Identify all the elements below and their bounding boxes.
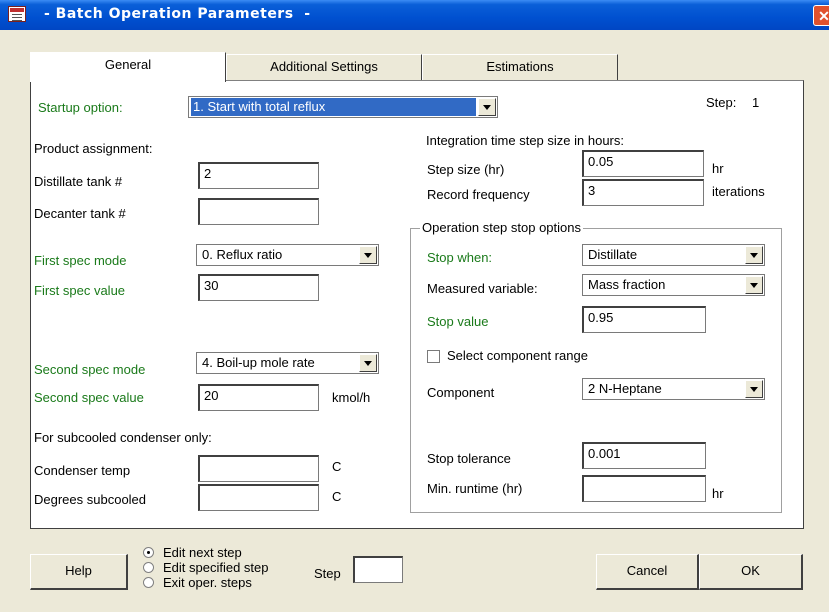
step-size-input[interactable]: 0.05	[582, 150, 704, 177]
tab-general[interactable]: General	[30, 52, 226, 82]
step-size-unit: hr	[712, 161, 724, 176]
min-runtime-input[interactable]	[582, 475, 706, 502]
second-spec-unit: kmol/h	[332, 390, 371, 405]
first-spec-mode-label: First spec mode	[34, 253, 127, 268]
chevron-down-icon[interactable]	[745, 276, 763, 294]
degrees-subcooled-label: Degrees subcooled	[34, 492, 147, 507]
tab-estimations[interactable]: Estimations	[422, 54, 618, 80]
chevron-down-icon[interactable]	[359, 354, 377, 372]
stop-options-title: Operation step stop options	[420, 220, 583, 235]
chevron-down-icon[interactable]	[745, 380, 763, 398]
stop-value-label: Stop value	[427, 314, 489, 329]
min-runtime-label: Min. runtime (hr)	[427, 481, 523, 496]
product-assignment-heading: Product assignment:	[34, 141, 153, 156]
chevron-down-icon[interactable]	[478, 98, 496, 116]
radio-edit-next-step-label: Edit next step	[163, 545, 242, 560]
radio-edit-specified-step[interactable]	[143, 562, 154, 573]
chevron-down-icon[interactable]	[359, 246, 377, 264]
measured-variable-dropdown[interactable]: Mass fraction	[582, 274, 765, 296]
radio-exit-oper-steps[interactable]	[143, 577, 154, 588]
distillate-tank-input[interactable]: 2	[198, 162, 319, 189]
first-spec-mode-dropdown[interactable]: 0. Reflux ratio	[196, 244, 379, 266]
second-spec-mode-dropdown[interactable]: 4. Boil-up mole rate	[196, 352, 379, 374]
condenser-temp-input[interactable]	[198, 455, 319, 482]
record-frequency-label: Record frequency	[427, 187, 530, 202]
stop-tolerance-input[interactable]: 0.001	[582, 442, 706, 469]
close-icon[interactable]: ✕	[813, 5, 829, 26]
measured-variable-label: Measured variable:	[427, 281, 538, 296]
stop-value-input[interactable]: 0.95	[582, 306, 706, 333]
chevron-down-icon[interactable]	[745, 246, 763, 264]
startup-option-label: Startup option:	[38, 100, 123, 115]
tab-additional-settings[interactable]: Additional Settings	[226, 54, 422, 80]
measured-variable-value: Mass fraction	[588, 277, 666, 292]
component-dropdown[interactable]: 2 N-Heptane	[582, 378, 765, 400]
distillate-tank-label: Distillate tank #	[34, 174, 123, 189]
record-frequency-input[interactable]: 3	[582, 179, 704, 206]
component-label: Component	[427, 385, 495, 400]
integration-heading: Integration time step size in hours:	[426, 133, 624, 148]
second-spec-mode-label: Second spec mode	[34, 362, 146, 377]
stop-when-value: Distillate	[588, 247, 638, 262]
component-range-label: Select component range	[447, 348, 588, 363]
second-spec-value-label: Second spec value	[34, 390, 144, 405]
step-size-label: Step size (hr)	[427, 162, 505, 177]
condenser-temp-unit: C	[332, 459, 342, 474]
second-spec-value-input[interactable]: 20	[198, 384, 319, 411]
app-icon	[8, 6, 26, 22]
stop-tolerance-label: Stop tolerance	[427, 451, 511, 466]
startup-option-value: 1. Start with total reflux	[191, 98, 476, 116]
first-spec-value-label: First spec value	[34, 283, 126, 298]
ok-button[interactable]: OK	[699, 554, 803, 590]
stop-when-label: Stop when:	[427, 250, 493, 265]
footer-step-input[interactable]	[353, 556, 403, 583]
footer-step-label: Step	[314, 566, 341, 581]
condenser-heading: For subcooled condenser only:	[34, 430, 212, 445]
decanter-tank-label: Decanter tank #	[34, 206, 126, 221]
second-spec-mode-value: 4. Boil-up mole rate	[202, 355, 315, 370]
title-bar[interactable]: - Batch Operation Parameters - ✕	[0, 0, 829, 30]
stop-when-dropdown[interactable]: Distillate	[582, 244, 765, 266]
step-label: Step:	[706, 95, 737, 110]
radio-edit-specified-step-label: Edit specified step	[163, 560, 269, 575]
cancel-button[interactable]: Cancel	[596, 554, 699, 590]
min-runtime-unit: hr	[712, 486, 724, 501]
component-value: 2 N-Heptane	[588, 381, 662, 396]
stop-options-group	[410, 228, 782, 513]
step-number: 1	[752, 95, 760, 110]
decanter-tank-input[interactable]	[198, 198, 319, 225]
window-title: - Batch Operation Parameters -	[44, 6, 311, 22]
condenser-temp-label: Condenser temp	[34, 463, 131, 478]
radio-exit-oper-steps-label: Exit oper. steps	[163, 575, 252, 590]
first-spec-value-input[interactable]: 30	[198, 274, 319, 301]
radio-edit-next-step[interactable]	[143, 547, 154, 558]
help-button[interactable]: Help	[30, 554, 128, 590]
degrees-subcooled-input[interactable]	[198, 484, 319, 511]
degrees-subcooled-unit: C	[332, 489, 342, 504]
record-frequency-unit: iterations	[712, 184, 765, 199]
startup-option-dropdown[interactable]: 1. Start with total reflux	[188, 96, 498, 118]
first-spec-mode-value: 0. Reflux ratio	[202, 247, 283, 262]
component-range-checkbox[interactable]	[427, 350, 440, 363]
